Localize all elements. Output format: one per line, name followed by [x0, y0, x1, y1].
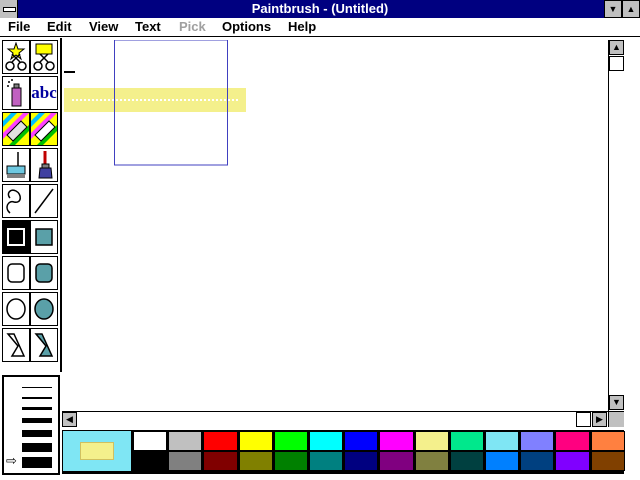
line-icon	[34, 188, 54, 214]
scroll-up-icon[interactable]: ▲	[609, 40, 624, 55]
minimize-icon[interactable]: ▼	[604, 0, 622, 18]
paint-roller-tool[interactable]	[2, 148, 30, 182]
palette-swatch[interactable]	[133, 451, 168, 471]
horizontal-scrollbar[interactable]: ◀ ▶	[62, 411, 608, 427]
box-icon	[7, 228, 25, 246]
palette-swatch[interactable]	[133, 431, 168, 451]
maximize-icon[interactable]: ▲	[622, 0, 640, 18]
filled-polygon-icon	[34, 333, 54, 357]
line-size-option[interactable]	[22, 407, 52, 410]
palette-swatch[interactable]	[590, 431, 625, 451]
foreground-color	[80, 442, 114, 460]
scroll-left-icon[interactable]: ◀	[62, 412, 77, 427]
filled-circle-icon	[34, 298, 54, 320]
menu-view[interactable]: View	[89, 19, 118, 35]
menu-file[interactable]: File	[8, 19, 30, 35]
palette-swatch[interactable]	[379, 451, 414, 471]
palette-swatch[interactable]	[485, 451, 520, 471]
toolbox: abc	[0, 38, 62, 372]
palette-swatch[interactable]	[238, 431, 273, 451]
scissors-star-tool[interactable]	[2, 40, 30, 74]
palette-swatch[interactable]	[449, 431, 484, 451]
palette-swatch[interactable]	[273, 431, 308, 451]
scroll-right-icon[interactable]: ▶	[592, 412, 607, 427]
palette-swatch[interactable]	[590, 451, 625, 471]
palette-swatch[interactable]	[555, 451, 590, 471]
polygon-tool[interactable]	[2, 328, 30, 362]
palette-swatch[interactable]	[344, 451, 379, 471]
color-eraser-icon	[3, 113, 29, 145]
line-size-option[interactable]	[22, 387, 52, 388]
canvas-drawing	[64, 40, 246, 166]
scroll-corner	[608, 411, 624, 427]
palette-swatch[interactable]	[414, 431, 449, 451]
palette-swatch[interactable]	[344, 431, 379, 451]
vertical-scrollbar[interactable]: ▲ ▼	[608, 40, 624, 411]
current-colors	[62, 430, 132, 472]
curve-icon	[6, 189, 21, 214]
palette-swatch[interactable]	[520, 451, 555, 471]
line-tool[interactable]	[30, 184, 58, 218]
filled-box-tool[interactable]	[30, 220, 58, 254]
text-tool[interactable]: abc	[30, 76, 58, 110]
palette-swatch[interactable]	[520, 431, 555, 451]
paint-roller-icon	[6, 152, 26, 178]
scissors-rect-tool[interactable]	[30, 40, 58, 74]
palette-swatch[interactable]	[379, 431, 414, 451]
linesize-pointer-icon: ⇨	[6, 453, 17, 468]
palette-swatch[interactable]	[203, 431, 238, 451]
palette-swatch[interactable]	[203, 451, 238, 471]
filled-box-icon	[35, 228, 53, 246]
menu-pick[interactable]: Pick	[179, 19, 206, 35]
palette-swatch[interactable]	[168, 451, 203, 471]
palette-swatch[interactable]	[309, 431, 344, 451]
line-size-option[interactable]	[22, 397, 52, 399]
airbrush-icon	[7, 79, 22, 107]
color-eraser-tool[interactable]	[2, 112, 30, 146]
palette-swatch[interactable]	[414, 451, 449, 471]
filled-rounded-box-icon	[35, 263, 53, 283]
line-size-option[interactable]	[22, 430, 52, 437]
scissors-rect-icon	[33, 43, 55, 71]
rounded-box-tool[interactable]	[2, 256, 30, 290]
palette-swatch[interactable]	[168, 431, 203, 451]
brush-icon	[38, 151, 53, 179]
filled-circle-tool[interactable]	[30, 292, 58, 326]
line-size-option[interactable]	[22, 418, 52, 423]
palette-swatch[interactable]	[555, 431, 590, 451]
airbrush-tool[interactable]	[2, 76, 30, 110]
menu-bar: File Edit View Text Pick Options Help	[0, 18, 640, 37]
brush-tool[interactable]	[30, 148, 58, 182]
vertical-scroll-thumb[interactable]	[609, 56, 624, 71]
drawing-canvas[interactable]	[62, 40, 608, 411]
rounded-box-icon	[7, 263, 25, 283]
box-tool[interactable]	[2, 220, 30, 254]
eraser-icon	[31, 113, 57, 145]
circle-tool[interactable]	[2, 292, 30, 326]
palette-swatch[interactable]	[238, 451, 273, 471]
text-tool-label: abc	[31, 83, 57, 102]
palette-swatch[interactable]	[273, 451, 308, 471]
palette-swatch[interactable]	[309, 451, 344, 471]
horizontal-scroll-thumb[interactable]	[576, 412, 591, 427]
line-size-option-selected[interactable]	[22, 457, 52, 468]
circle-icon	[6, 298, 26, 320]
line-size-option[interactable]	[22, 443, 52, 452]
system-menu-icon[interactable]	[0, 0, 18, 18]
palette-swatch[interactable]	[449, 451, 484, 471]
eraser-tool[interactable]	[30, 112, 58, 146]
curve-tool[interactable]	[2, 184, 30, 218]
filled-polygon-tool[interactable]	[30, 328, 58, 362]
menu-options[interactable]: Options	[222, 19, 271, 35]
polygon-icon	[6, 333, 26, 357]
menu-edit[interactable]: Edit	[47, 19, 72, 35]
menu-help[interactable]: Help	[288, 19, 316, 35]
scissors-star-icon	[5, 42, 27, 71]
filled-rounded-box-tool[interactable]	[30, 256, 58, 290]
scroll-down-icon[interactable]: ▼	[609, 395, 624, 410]
palette-swatch[interactable]	[485, 431, 520, 451]
line-size-box: ⇨	[2, 375, 60, 475]
menu-text[interactable]: Text	[135, 19, 161, 35]
window-title: Paintbrush - (Untitled)	[251, 1, 389, 16]
